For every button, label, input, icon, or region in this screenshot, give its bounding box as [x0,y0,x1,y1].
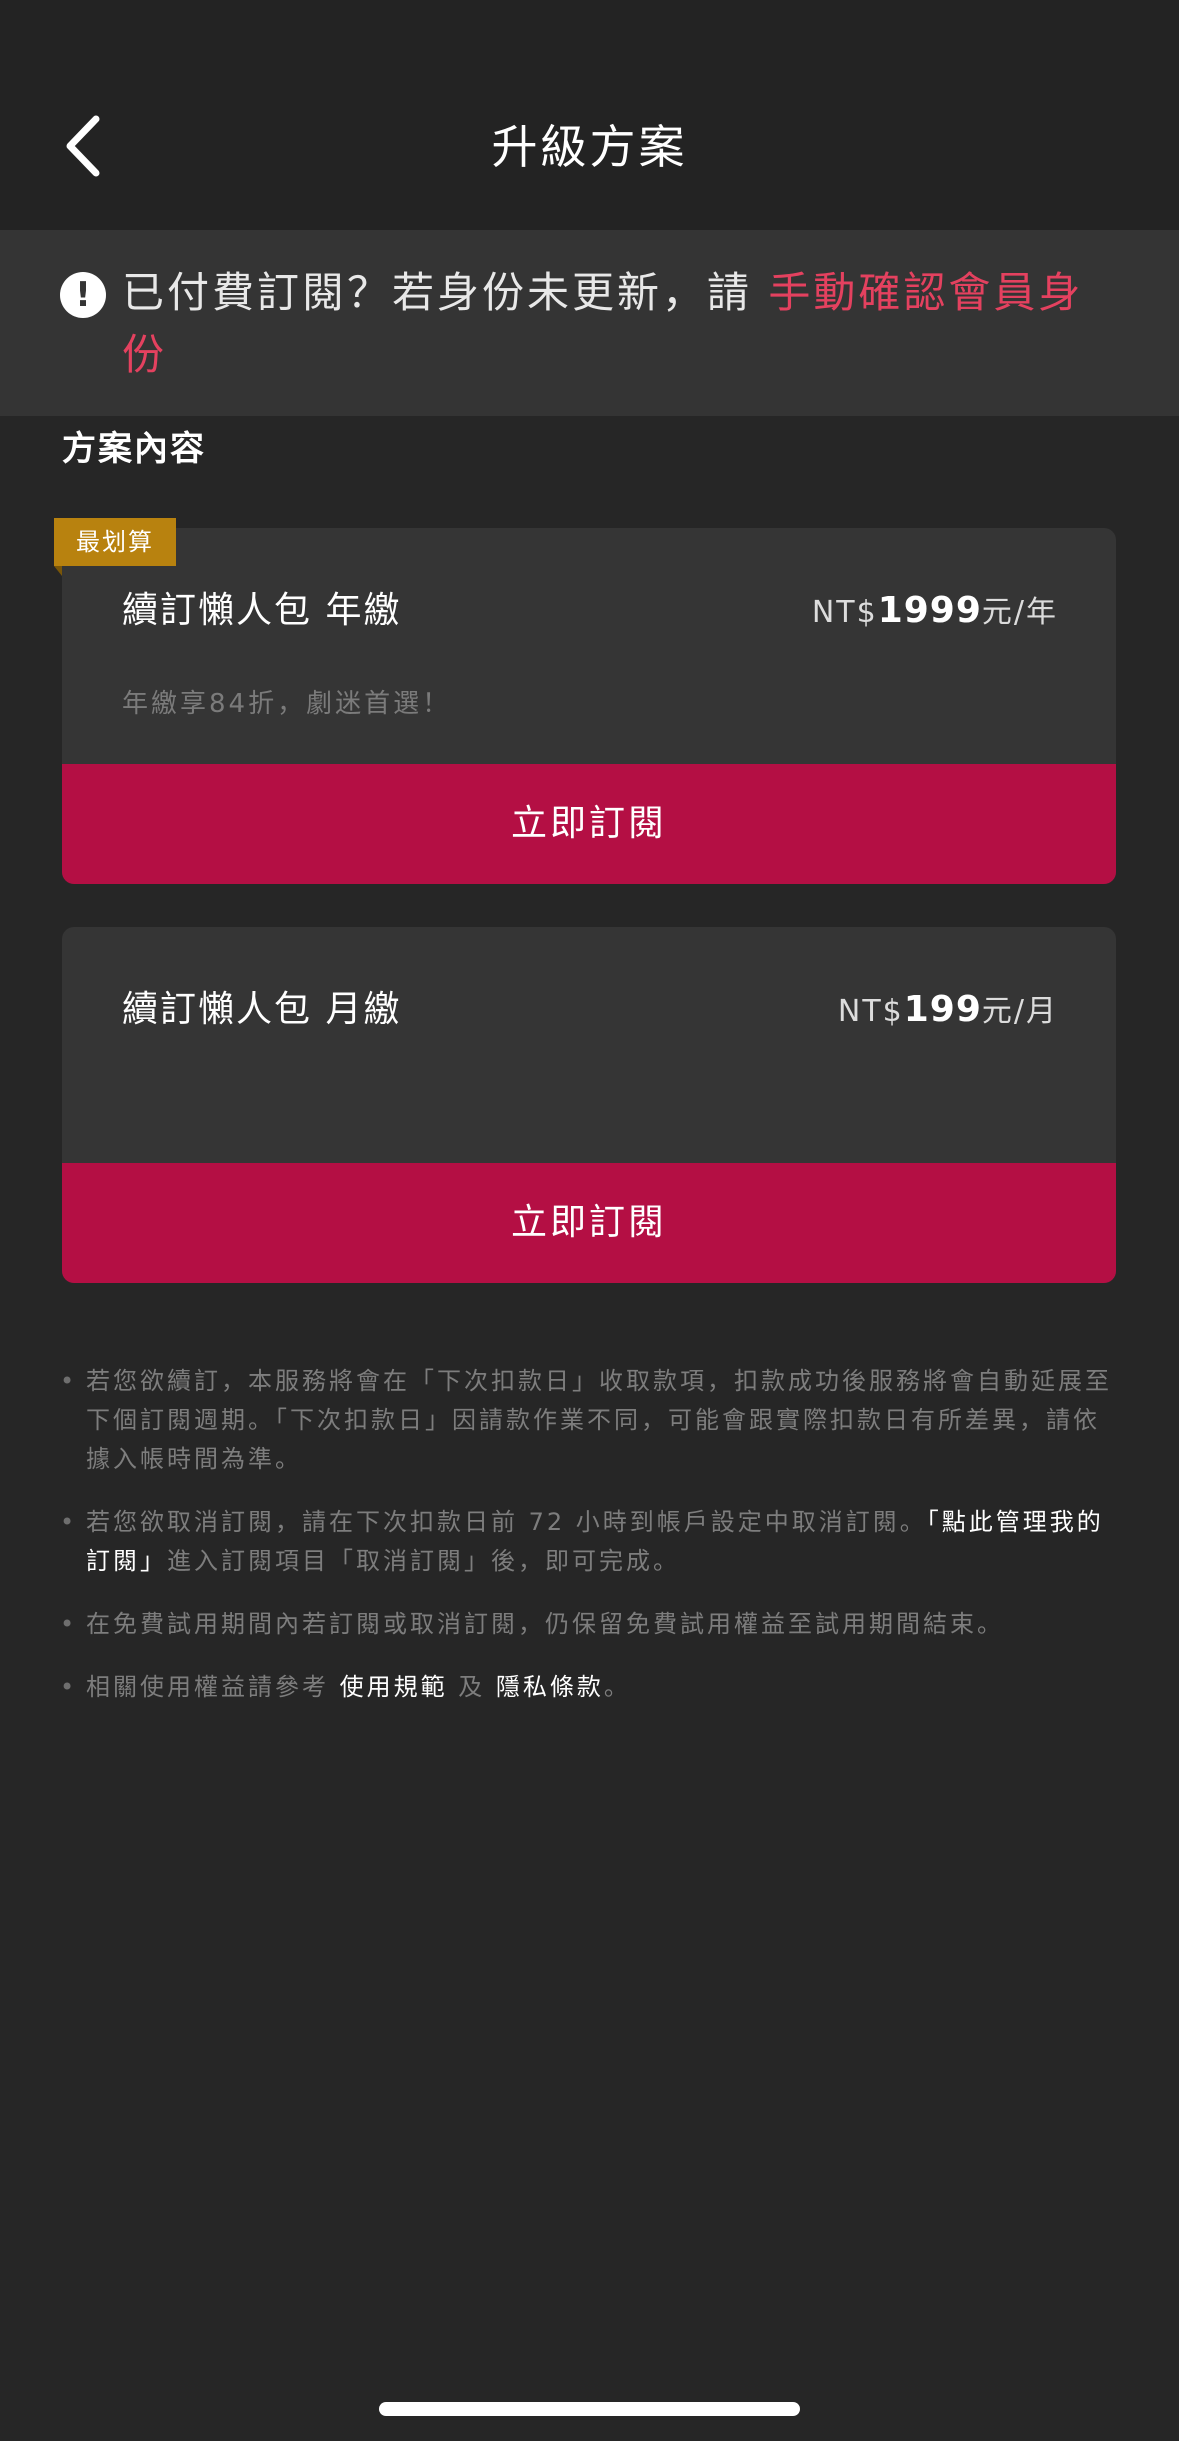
privacy-policy-link[interactable]: 隱私條款 [496,1673,604,1701]
notice-message: 已付費訂閱？若身份未更新，請 [122,268,769,317]
home-indicator[interactable] [379,2402,800,2416]
plan-note: 年繳享84折，劇迷首選！ [122,689,452,719]
price-amount: 1999 [877,590,982,631]
subscribe-annual-button[interactable]: 立即訂閱 [62,764,1116,884]
price-suffix: 元/月 [981,994,1058,1029]
plan-price: NT$1999元/年 [812,586,1058,638]
terms-text: 若您欲續訂，本服務將會在「下次扣款日」收取款項，扣款成功後服務將會自動延展至下個… [86,1367,1112,1473]
terms-list: • 若您欲續訂，本服務將會在「下次扣款日」收取款項，扣款成功後服務將會自動延展至下… [60,1362,1116,1731]
price-prefix: NT$ [837,994,904,1029]
price-amount: 199 [903,989,982,1030]
badge-fold [54,566,62,576]
exclamation-circle-icon: ! [60,272,106,318]
bullet: • [60,1508,78,1536]
terms-text: 若您欲取消訂閱，請在下次扣款日前 72 小時到帳戶設定中取消訂閱。 [86,1508,927,1536]
terms-item: • 若您欲取消訂閱，請在下次扣款日前 72 小時到帳戶設定中取消訂閱。「點此管理我… [60,1503,1116,1581]
plan-card-annual: 續訂懶人包 年繳 NT$1999元/年 年繳享84折，劇迷首選！ 立即訂閱 [62,528,1116,884]
terms-text: 相關使用權益請參考 [86,1673,340,1701]
bullet: • [60,1367,78,1395]
terms-text: 進入訂閱項目「取消訂閱」後，即可完成。 [167,1547,680,1575]
notice-text: 已付費訂閱？若身份未更新，請 手動確認會員身份 [122,262,1102,386]
terms-text: 。 [603,1673,631,1701]
plan-card-monthly: 續訂懶人包 月繳 NT$199元/月 立即訂閱 [62,927,1116,1283]
navigation-bar: 升級方案 [0,0,1179,230]
plan-price: NT$199元/月 [838,985,1058,1037]
price-prefix: NT$ [811,595,878,630]
usage-terms-link[interactable]: 使用規範 [340,1673,448,1701]
section-title: 方案內容 [62,429,206,469]
terms-text: 及 [447,1673,496,1701]
bullet: • [60,1610,78,1638]
best-value-badge: 最划算 [54,518,176,566]
terms-text: 在免費試用期間內若訂閱或取消訂閱，仍保留免費試用權益至試用期間結束。 [86,1610,1004,1638]
terms-item: • 若您欲續訂，本服務將會在「下次扣款日」收取款項，扣款成功後服務將會自動延展至下… [60,1362,1116,1479]
plan-name: 續訂懶人包 年繳 [122,590,402,631]
terms-item: • 在免費試用期間內若訂閱或取消訂閱，仍保留免費試用權益至試用期間結束。 [60,1605,1116,1644]
page-title: 升級方案 [491,120,688,174]
plan-name: 續訂懶人包 月繳 [122,989,402,1030]
bullet: • [60,1673,78,1701]
subscribe-monthly-button[interactable]: 立即訂閱 [62,1163,1116,1283]
price-suffix: 元/年 [981,595,1058,630]
terms-item: • 相關使用權益請參考 使用規範 及 隱私條款。 [60,1668,1116,1707]
